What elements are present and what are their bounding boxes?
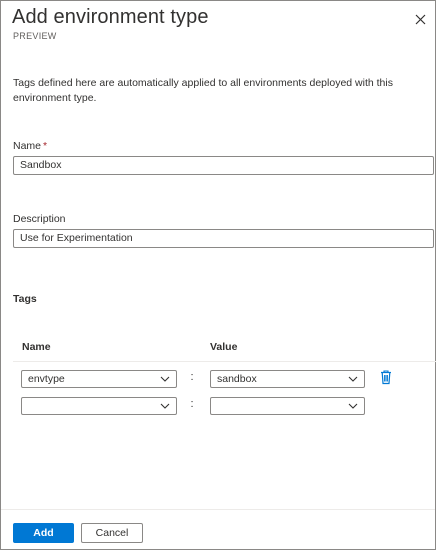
tag-name-value: envtype (28, 373, 65, 385)
description-input[interactable]: Use for Experimentation (13, 229, 434, 248)
delete-tag-button[interactable] (379, 369, 393, 385)
description-label: Description (13, 213, 66, 225)
tag-value-dropdown[interactable] (210, 397, 365, 415)
name-label: Name (13, 140, 42, 152)
tags-header-divider (13, 361, 436, 362)
name-label-wrap: Name * (13, 140, 47, 152)
name-input[interactable]: Sandbox (13, 156, 434, 175)
chevron-down-icon (348, 403, 358, 409)
chevron-down-icon (160, 403, 170, 409)
close-icon (415, 14, 425, 24)
panel-subtitle: PREVIEW (13, 31, 57, 41)
required-marker: * (43, 140, 48, 152)
tag-name-dropdown[interactable] (21, 397, 177, 415)
panel-title: Add environment type (12, 6, 209, 28)
chevron-down-icon (160, 376, 170, 382)
tag-separator: : (190, 371, 194, 383)
close-button[interactable] (411, 10, 429, 28)
tags-col-name: Name (22, 341, 51, 353)
trash-icon (381, 370, 391, 385)
tags-section-title: Tags (13, 293, 37, 305)
add-environment-type-panel: Add environment type PREVIEW Tags define… (0, 0, 436, 550)
add-button[interactable]: Add (13, 523, 74, 543)
tag-value-dropdown[interactable]: sandbox (210, 370, 365, 388)
cancel-button[interactable]: Cancel (81, 523, 143, 543)
panel-description: Tags defined here are automatically appl… (13, 77, 393, 104)
tag-name-dropdown[interactable]: envtype (21, 370, 177, 388)
chevron-down-icon (348, 376, 358, 382)
tag-value-value: sandbox (217, 373, 257, 385)
tags-col-value: Value (210, 341, 238, 353)
tag-separator: : (190, 398, 194, 410)
footer-divider (1, 509, 435, 510)
